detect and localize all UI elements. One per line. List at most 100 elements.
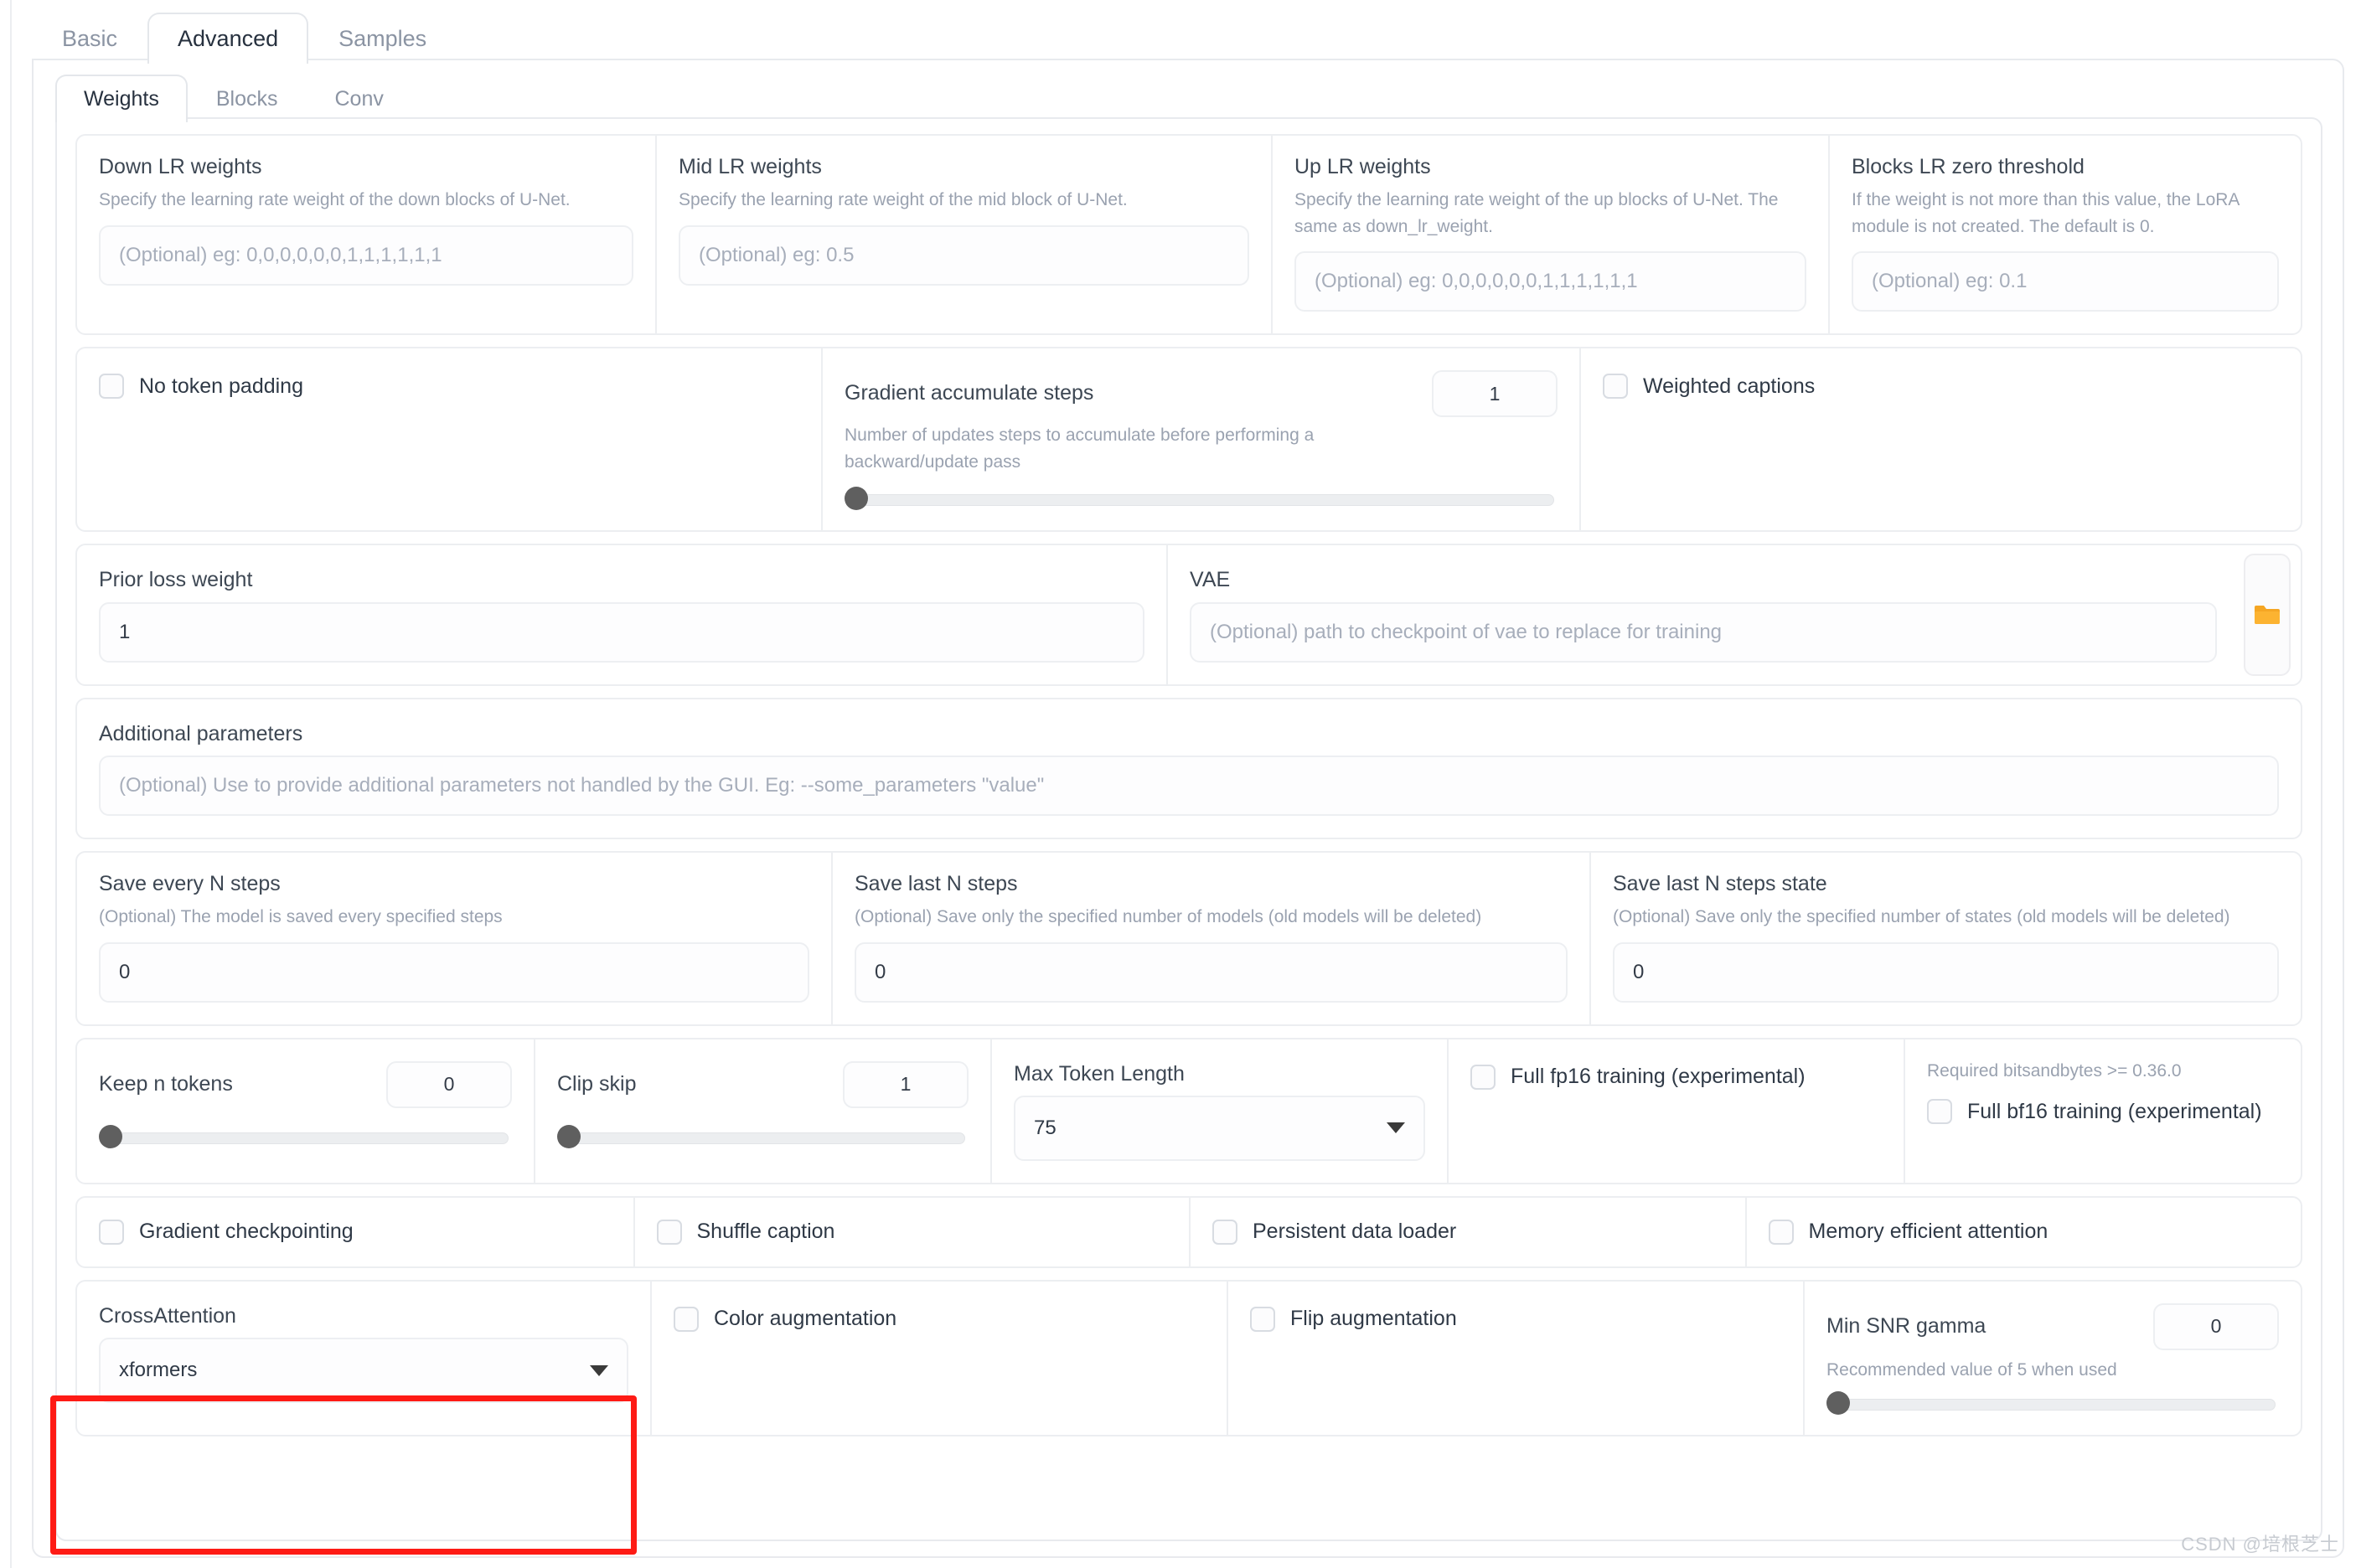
folder-icon <box>2255 605 2280 624</box>
mid-lr-weights-label: Mid LR weights <box>679 155 822 178</box>
save-last-n-steps-state-field: Save last N steps state (Optional) Save … <box>1589 852 2301 1024</box>
up-lr-weights-input[interactable]: (Optional) eg: 0,0,0,0,0,0,1,1,1,1,1,1 <box>1294 251 1806 312</box>
vae-folder-browse-button[interactable] <box>2244 554 2291 676</box>
save-last-n-steps-state-input[interactable]: 0 <box>1613 941 2279 1003</box>
tab-samples[interactable]: Samples <box>308 13 457 64</box>
vae-label: VAE <box>1190 568 1231 592</box>
checkbox-box-icon[interactable] <box>1603 374 1628 400</box>
slider-track <box>569 1132 965 1144</box>
tab-advanced[interactable]: Advanced <box>147 13 309 64</box>
min-snr-gamma-label: Min SNR gamma <box>1826 1314 1986 1338</box>
save-last-n-steps-input[interactable]: 0 <box>855 941 1568 1003</box>
cross-attention-label: CrossAttention <box>99 1303 236 1328</box>
checkbox-box-icon[interactable] <box>656 1219 682 1245</box>
shuffle-caption-checkbox[interactable]: Shuffle caption <box>656 1219 1168 1245</box>
checkbox-box-icon[interactable] <box>1768 1219 1794 1245</box>
full-bf16-cell: Required bitsandbytes >= 0.36.0 Full bf1… <box>1904 1039 2301 1183</box>
keep-n-tokens-value[interactable]: 0 <box>386 1060 512 1108</box>
no-token-padding-cell: No token padding <box>77 348 821 530</box>
full-fp16-label: Full fp16 training (experimental) <box>1511 1065 1806 1088</box>
tab-conv[interactable]: Conv <box>307 75 412 122</box>
inner-tab-bar: Weights Blocks Conv <box>55 67 412 122</box>
checkbox-box-icon[interactable] <box>1212 1219 1237 1245</box>
slider-track <box>111 1132 509 1144</box>
mid-lr-weights-description: Specify the learning rate weight of the … <box>679 190 1128 210</box>
checkbox-box-icon[interactable] <box>1250 1306 1275 1332</box>
cross-attention-select[interactable]: xformers <box>99 1338 628 1403</box>
slider-knob[interactable] <box>1826 1391 1850 1416</box>
persistent-data-loader-cell: Persistent data loader <box>1189 1197 1745 1266</box>
checkbox-box-icon[interactable] <box>99 1219 124 1245</box>
down-lr-weights-description: Specify the learning rate weight of the … <box>99 190 571 210</box>
gradient-checkpointing-checkbox[interactable]: Gradient checkpointing <box>99 1219 612 1245</box>
color-augmentation-cell: Color augmentation <box>650 1281 1227 1436</box>
additional-parameters-field: Additional parameters (Optional) Use to … <box>77 699 2301 838</box>
tab-blocks[interactable]: Blocks <box>188 75 307 122</box>
keep-n-tokens-label: Keep n tokens <box>99 1071 233 1096</box>
gradient-checkpointing-label: Gradient checkpointing <box>139 1220 354 1244</box>
no-token-padding-label: No token padding <box>139 374 303 398</box>
max-token-length-value: 75 <box>1034 1116 1057 1139</box>
weighted-captions-checkbox[interactable]: Weighted captions <box>1603 374 2279 400</box>
slider-knob[interactable] <box>557 1124 581 1148</box>
full-bf16-label: Full bf16 training (experimental) <box>1967 1099 2262 1123</box>
additional-parameters-label: Additional parameters <box>99 721 303 745</box>
save-last-n-steps-state-label: Save last N steps state <box>1613 871 1827 895</box>
save-every-n-steps-input[interactable]: 0 <box>99 941 809 1003</box>
clip-skip-value[interactable]: 1 <box>843 1060 969 1108</box>
persistent-data-loader-label: Persistent data loader <box>1253 1220 1457 1244</box>
lr-weights-row: Down LR weights Specify the learning rat… <box>75 134 2302 336</box>
training-options-checkbox-row: Gradient checkpointing Shuffle caption P… <box>75 1195 2302 1268</box>
down-lr-weights-input[interactable]: (Optional) eg: 0,0,0,0,0,0,1,1,1,1,1,1 <box>99 224 633 286</box>
min-snr-gamma-value[interactable]: 0 <box>2153 1302 2279 1350</box>
additional-parameters-input[interactable]: (Optional) Use to provide additional par… <box>99 755 2279 816</box>
slider-knob[interactable] <box>845 487 868 511</box>
no-token-padding-checkbox[interactable]: No token padding <box>99 374 799 400</box>
chevron-down-icon[interactable] <box>1387 1122 1405 1134</box>
checkbox-box-icon[interactable] <box>1470 1064 1496 1090</box>
checkbox-box-icon[interactable] <box>99 374 124 400</box>
min-snr-gamma-description: Recommended value of 5 when used <box>1826 1359 2117 1380</box>
keep-n-tokens-slider[interactable] <box>99 1124 512 1148</box>
gradient-accumulate-label-row: Gradient accumulate steps 1 <box>845 370 1558 418</box>
gradient-accumulate-steps-value[interactable]: 1 <box>1432 370 1558 418</box>
prior-loss-weight-field: Prior loss weight 1 <box>77 545 1166 683</box>
gradient-accumulate-steps-slider[interactable] <box>845 487 1558 511</box>
up-lr-weights-description: Specify the learning rate weight of the … <box>1294 190 1779 236</box>
blocks-lr-zero-threshold-input[interactable]: (Optional) eg: 0.1 <box>1852 251 2279 312</box>
tab-basic[interactable]: Basic <box>32 13 147 64</box>
full-fp16-checkbox[interactable]: Full fp16 training (experimental) <box>1470 1064 1882 1090</box>
persistent-data-loader-checkbox[interactable]: Persistent data loader <box>1212 1219 1723 1245</box>
flip-augmentation-checkbox[interactable]: Flip augmentation <box>1250 1306 1781 1332</box>
save-last-n-steps-field: Save last N steps (Optional) Save only t… <box>831 852 1589 1024</box>
save-last-n-steps-state-description: (Optional) Save only the specified numbe… <box>1613 907 2230 926</box>
min-snr-gamma-slider[interactable] <box>1826 1391 2279 1416</box>
additional-parameters-row: Additional parameters (Optional) Use to … <box>75 697 2302 839</box>
full-bf16-checkbox[interactable]: Full bf16 training (experimental) <box>1927 1099 2279 1124</box>
slider-knob[interactable] <box>99 1124 122 1148</box>
weighted-captions-cell: Weighted captions <box>1579 348 2301 531</box>
vae-input[interactable]: (Optional) path to checkpoint of vae to … <box>1190 601 2217 663</box>
token-length-row: Keep n tokens 0 Clip skip 1 Max Token Le… <box>75 1037 2302 1184</box>
max-token-length-select[interactable]: 75 <box>1014 1095 1425 1161</box>
gradient-accumulate-steps-description: Number of updates steps to accumulate be… <box>845 426 1315 472</box>
chevron-down-icon[interactable] <box>590 1364 608 1376</box>
cross-attention-row: CrossAttention xformers Color augmentati… <box>75 1279 2302 1437</box>
cross-attention-field: CrossAttention xformers <box>77 1282 650 1436</box>
clip-skip-slider[interactable] <box>557 1124 969 1148</box>
mid-lr-weights-input[interactable]: (Optional) eg: 0.5 <box>679 224 1249 286</box>
mid-lr-weights-field: Mid LR weights Specify the learning rate… <box>655 136 1271 334</box>
flip-augmentation-label: Flip augmentation <box>1290 1307 1457 1331</box>
color-augmentation-checkbox[interactable]: Color augmentation <box>674 1306 1205 1332</box>
keep-n-tokens-label-row: Keep n tokens 0 <box>99 1060 512 1108</box>
up-lr-weights-label: Up LR weights <box>1294 155 1431 178</box>
save-steps-row: Save every N steps (Optional) The model … <box>75 850 2302 1026</box>
max-token-length-cell: Max Token Length 75 <box>990 1039 1447 1183</box>
tab-weights[interactable]: Weights <box>55 75 188 122</box>
prior-loss-weight-label: Prior loss weight <box>99 568 253 592</box>
checkbox-box-icon[interactable] <box>674 1306 699 1332</box>
checkbox-box-icon[interactable] <box>1927 1099 1952 1124</box>
prior-loss-weight-input[interactable]: 1 <box>99 601 1144 663</box>
memory-efficient-attention-checkbox[interactable]: Memory efficient attention <box>1768 1219 2280 1245</box>
prior-vae-row: Prior loss weight 1 VAE (Optional) path … <box>75 544 2302 686</box>
